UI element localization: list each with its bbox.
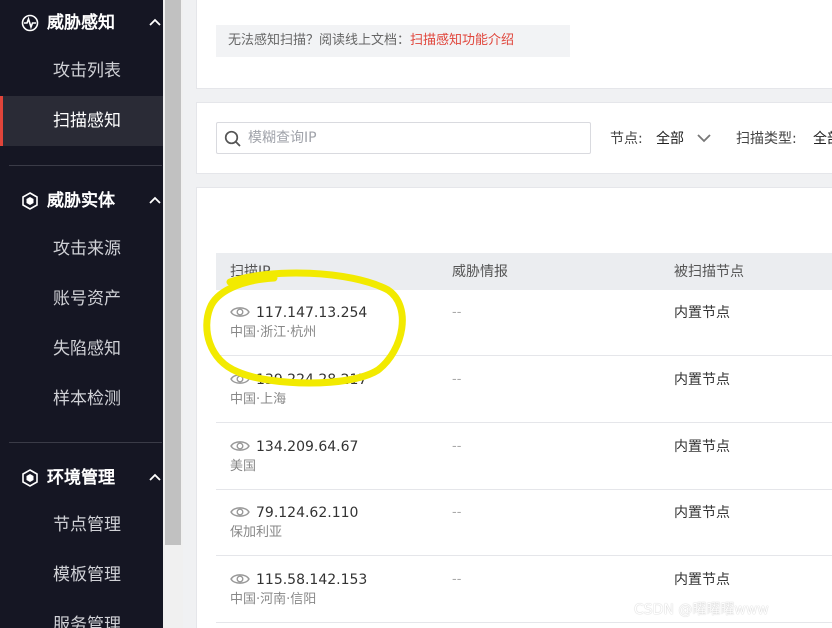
scan-ip: 115.58.142.153 [256,572,368,588]
table-row[interactable]: 117.147.13.254 中国·浙江·杭州 -- 内置节点 [216,290,832,356]
table-row[interactable]: 139.224.28.217 中国·上海 -- 内置节点 [216,357,832,423]
eye-icon[interactable] [230,372,250,386]
eye-icon[interactable] [230,572,250,586]
sidebar-group-threat-entity[interactable]: 威胁实体 [0,181,163,221]
threat-intel: -- [452,572,462,587]
sidebar-item-scan-perception[interactable]: 扫描感知 [0,96,163,146]
sidebar-item-node-management[interactable]: 节点管理 [0,500,163,550]
sidebar-divider [9,442,162,443]
ip-search-input[interactable] [248,127,578,149]
sidebar-group-environment[interactable]: 环境管理 [0,458,163,498]
ip-location: 中国·河南·信阳 [230,592,317,607]
sidebar-item-template-management[interactable]: 模板管理 [0,550,163,600]
table-header: 扫描IP 威胁情报 被扫描节点 [216,253,832,290]
sidebar-item-label: 账号资产 [53,289,121,309]
threat-intel: -- [452,372,462,387]
column-header-scan-ip: 扫描IP [230,264,271,280]
scan-ip: 79.124.62.110 [256,505,359,521]
sidebar-item-label: 样本检测 [53,389,121,409]
scanned-node: 内置节点 [674,372,730,388]
sidebar-item-attack-list[interactable]: 攻击列表 [0,46,163,96]
notice-bar: 无法感知扫描？阅读线上文档：扫描感知功能介绍 [216,25,570,57]
scan-ip: 134.209.64.67 [256,439,359,455]
sidebar-divider [9,165,162,166]
sidebar-group-title: 环境管理 [47,468,115,488]
sidebar-item-sample-detection[interactable]: 样本检测 [0,374,163,424]
scan-ip: 139.224.28.217 [256,372,368,388]
eye-icon[interactable] [230,505,250,519]
sidebar-item-attack-source[interactable]: 攻击来源 [0,224,163,274]
sidebar-group-title: 威胁实体 [47,191,115,211]
ip-location: 中国·浙江·杭州 [230,325,317,340]
chevron-up-icon [149,473,161,481]
csdn-watermark: CSDN @曜曜曜www [634,602,769,618]
column-header-threat-intel: 威胁情报 [452,264,508,280]
sidebar-group-title: 威胁感知 [47,13,115,33]
chevron-down-icon[interactable] [696,131,712,145]
docs-link[interactable]: 扫描感知功能介绍 [410,33,514,48]
sidebar-item-label: 失陷感知 [53,339,121,359]
chevron-up-icon [149,18,161,26]
node-filter-label: 节点: [610,131,643,147]
scan-type-filter-value[interactable]: 全部 [813,129,832,149]
chevron-up-icon [149,196,161,204]
search-icon [224,130,241,147]
scanned-node: 内置节点 [674,305,730,321]
notice-text: 无法感知扫描？阅读线上文档： [228,33,411,48]
eye-icon[interactable] [230,439,250,453]
sidebar-item-label: 模板管理 [53,565,121,585]
threat-intel: -- [452,305,462,320]
radar-icon [21,14,39,32]
sidebar-item-compromise-perception[interactable]: 失陷感知 [0,324,163,374]
scanned-node: 内置节点 [674,572,730,588]
threat-intel: -- [452,439,462,454]
table-row[interactable]: 79.124.62.110 保加利亚 -- 内置节点 [216,490,832,556]
node-filter-value[interactable]: 全部 [656,129,684,149]
sidebar-item-label: 攻击列表 [53,61,121,81]
sidebar-item-label: 服务管理 [53,615,121,628]
ip-location: 中国·上海 [230,392,287,407]
sidebar-item-label: 扫描感知 [53,111,121,131]
scanned-node: 内置节点 [674,505,730,521]
eye-icon[interactable] [230,305,250,319]
scan-type-filter-label: 扫描类型: [736,131,797,147]
sidebar-item-label: 节点管理 [53,515,121,535]
sidebar-item-account-assets[interactable]: 账号资产 [0,274,163,324]
sidebar-group-threat-perception[interactable]: 威胁感知 [0,3,163,43]
sidebar-scrollbar-thumb[interactable] [165,0,181,545]
scanned-node: 内置节点 [674,439,730,455]
ip-location: 美国 [230,459,257,474]
shield-hex-icon [22,192,38,210]
threat-intel: -- [452,505,462,520]
sidebar-item-label: 攻击来源 [53,239,121,259]
ip-search-box[interactable] [216,122,591,154]
sidebar-item-service-management[interactable]: 服务管理 [0,600,163,628]
shield-hex-icon [22,469,38,487]
table-row[interactable]: 134.209.64.67 美国 -- 内置节点 [216,424,832,490]
sidebar: 威胁感知 攻击列表 扫描感知 威胁实体 攻击来源 账号资产 失陷感知 样本检测 … [0,0,163,628]
column-header-scanned-node: 被扫描节点 [674,264,744,280]
ip-location: 保加利亚 [230,525,283,540]
scan-ip: 117.147.13.254 [256,305,368,321]
